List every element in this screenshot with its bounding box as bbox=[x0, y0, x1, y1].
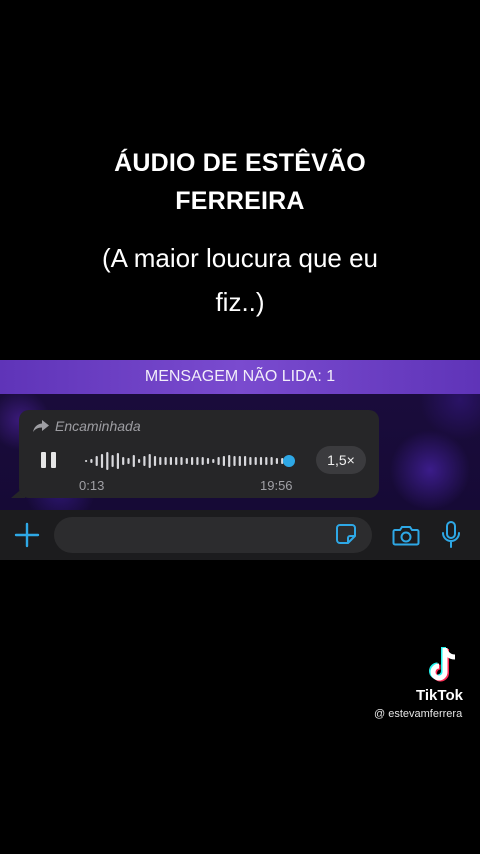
waveform-bar bbox=[270, 457, 273, 465]
forwarded-text: Encaminhada bbox=[55, 418, 141, 434]
video-subtitle-line1: (A maior loucura que eu bbox=[101, 243, 379, 273]
waveform-bar bbox=[164, 457, 167, 465]
waveform-bar bbox=[100, 454, 104, 468]
audio-duration: 19:56 bbox=[260, 478, 293, 493]
tiktok-logo-icon bbox=[429, 647, 456, 682]
waveform-bar bbox=[206, 458, 210, 464]
waveform-bar bbox=[116, 453, 119, 469]
chat-screen: MENSAGEM NÃO LIDA: 1 Encaminhada 0:13 19… bbox=[0, 360, 480, 560]
tiktok-watermark: TikTok @ estevamferrera bbox=[374, 646, 480, 736]
elapsed-time: 0:13 bbox=[79, 478, 105, 493]
waveform-bar bbox=[249, 457, 252, 465]
tiktok-brand: TikTok bbox=[416, 687, 463, 704]
waveform-bar bbox=[153, 456, 157, 466]
waveform-bar bbox=[95, 456, 98, 466]
pause-button[interactable] bbox=[41, 452, 61, 470]
waveform-bar bbox=[138, 459, 141, 463]
video-title-line1: ÁUDIO DE ESTÊVÃO bbox=[114, 149, 366, 177]
waveform-bar bbox=[238, 456, 241, 466]
share-arrow-icon bbox=[33, 420, 49, 432]
waveform-bar bbox=[106, 452, 109, 470]
waveform-bar bbox=[233, 456, 236, 466]
playback-scrubber-handle[interactable] bbox=[283, 455, 295, 467]
waveform-bar bbox=[201, 457, 204, 465]
waveform-bar bbox=[244, 456, 247, 466]
waveform-bar bbox=[85, 460, 88, 462]
waveform-bar bbox=[254, 457, 257, 465]
voice-message-bubble[interactable]: Encaminhada 0:13 19:56 1,5× bbox=[19, 410, 379, 498]
unread-messages-banner: MENSAGEM NÃO LIDA: 1 bbox=[0, 360, 480, 394]
message-input-bar bbox=[0, 510, 480, 560]
waveform-bar bbox=[191, 457, 194, 465]
sticker-icon[interactable] bbox=[335, 523, 357, 545]
waveform-bar bbox=[259, 457, 263, 465]
waveform-bar bbox=[281, 458, 284, 464]
waveform-bar bbox=[90, 459, 93, 463]
waveform-bar bbox=[132, 455, 135, 467]
waveform-bar bbox=[175, 457, 178, 465]
waveform-bar bbox=[228, 455, 231, 467]
waveform-bar bbox=[212, 459, 215, 463]
waveform-bar bbox=[122, 457, 125, 465]
waveform-bar bbox=[127, 458, 130, 464]
waveform-bar bbox=[265, 457, 268, 465]
forwarded-label: Encaminhada bbox=[33, 418, 141, 434]
waveform-bar bbox=[143, 456, 146, 466]
message-input[interactable] bbox=[54, 517, 372, 553]
waveform-bar bbox=[196, 457, 199, 465]
waveform-bar bbox=[159, 457, 162, 465]
waveform-bar bbox=[148, 454, 151, 468]
video-title-line2: FERREIRA bbox=[175, 187, 305, 215]
tiktok-username: @ estevamferrera bbox=[374, 708, 463, 720]
playback-speed-button[interactable]: 1,5× bbox=[316, 446, 366, 474]
waveform-bar bbox=[169, 457, 172, 465]
camera-icon[interactable] bbox=[392, 523, 420, 547]
waveform-bar bbox=[217, 457, 220, 465]
pause-icon bbox=[41, 452, 46, 468]
waveform-bar bbox=[275, 458, 278, 464]
waveform-bar bbox=[185, 458, 188, 464]
audio-waveform[interactable] bbox=[83, 446, 295, 476]
waveform-bar bbox=[180, 457, 183, 465]
waveform-bar bbox=[222, 456, 225, 466]
microphone-icon[interactable] bbox=[440, 520, 462, 550]
waveform-bar bbox=[111, 455, 114, 467]
video-subtitle-line2: fiz..) bbox=[215, 287, 265, 317]
plus-icon[interactable] bbox=[14, 522, 40, 548]
